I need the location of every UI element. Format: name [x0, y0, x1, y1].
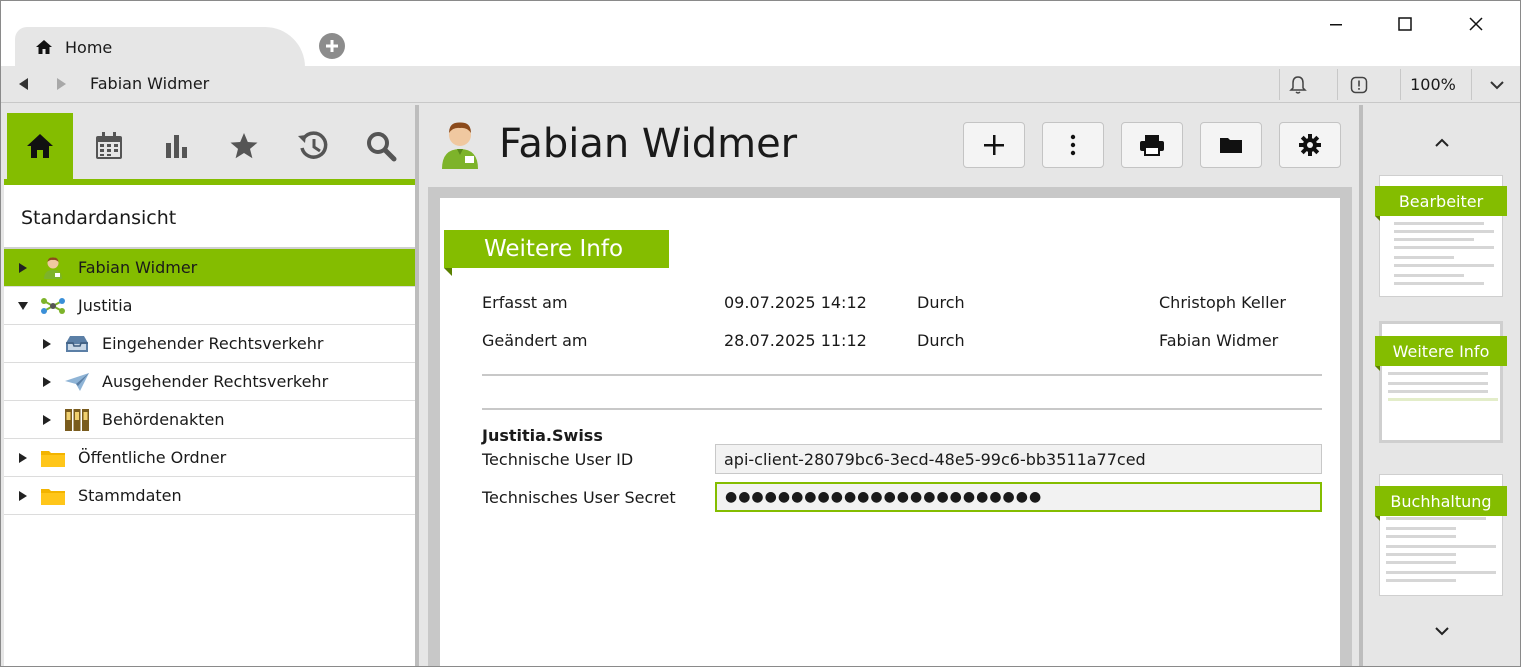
user-id-field[interactable]: api-client-28079bc6-3ecd-48e5-99c6-bb351… — [715, 444, 1322, 474]
modified-label: Geändert am — [482, 331, 588, 350]
modified-date: 28.07.2025 11:12 — [724, 331, 867, 350]
created-by-value: Christoph Keller — [1159, 293, 1286, 312]
person-avatar-icon — [439, 119, 481, 169]
tree-item-label: Behördenakten — [102, 410, 225, 429]
thumbnail-label[interactable]: Bearbeiter — [1375, 186, 1507, 216]
tree-item-label: Stammdaten — [78, 486, 182, 505]
bell-icon[interactable] — [1286, 71, 1310, 98]
created-date: 09.07.2025 14:12 — [724, 293, 867, 312]
tab-label: Home — [65, 37, 113, 57]
alert-icon[interactable] — [1347, 71, 1371, 98]
breadcrumb-title: Fabian Widmer — [90, 74, 210, 93]
search-icon[interactable] — [348, 113, 414, 179]
caret-right-icon[interactable] — [16, 489, 30, 503]
home-icon[interactable] — [7, 113, 73, 179]
star-icon[interactable] — [211, 113, 277, 179]
network-icon — [40, 294, 66, 318]
tree-item-label: Justitia — [78, 296, 133, 315]
modified-by-value: Fabian Widmer — [1159, 331, 1279, 350]
settings-button[interactable] — [1279, 122, 1341, 168]
separator — [1337, 69, 1338, 100]
folder-icon — [40, 446, 66, 470]
caret-right-icon[interactable] — [40, 375, 54, 389]
tree-item-ausgehender-rechtsverkehr[interactable]: Ausgehender Rechtsverkehr — [4, 363, 415, 401]
tree-item-oeffentliche-ordner[interactable]: Öffentliche Ordner — [4, 439, 415, 477]
group-title: Justitia.Swiss — [482, 426, 603, 445]
created-label: Erfasst am — [482, 293, 568, 312]
thumbnail-label[interactable]: Buchhaltung — [1375, 486, 1507, 516]
add-button[interactable] — [963, 122, 1025, 168]
caret-right-icon[interactable] — [40, 337, 54, 351]
title-bar: Home — [1, 1, 1520, 67]
banner-fold — [1375, 216, 1380, 221]
divider — [482, 408, 1322, 410]
caret-down-icon[interactable] — [16, 299, 30, 313]
person-icon — [40, 256, 66, 280]
chevron-up-icon[interactable] — [1429, 133, 1455, 153]
user-id-label: Technische User ID — [482, 450, 634, 469]
back-button[interactable] — [15, 76, 31, 92]
binders-icon — [64, 408, 90, 432]
history-icon[interactable] — [280, 113, 346, 179]
view-title: Standardansicht — [21, 207, 177, 229]
tree-item-behoerdenakten[interactable]: Behördenakten — [4, 401, 415, 439]
maximize-button[interactable] — [1388, 11, 1422, 37]
paper-plane-icon — [64, 370, 90, 394]
chevron-down-icon[interactable] — [1483, 71, 1511, 98]
caret-right-icon[interactable] — [16, 451, 30, 465]
zoom-level[interactable]: 100% — [1405, 71, 1461, 98]
created-by-label: Durch — [917, 293, 965, 312]
close-button[interactable] — [1459, 11, 1493, 37]
content-sheet: Weitere Info Erfasst am 09.07.2025 14:12… — [440, 198, 1340, 666]
add-tab-button[interactable] — [319, 33, 345, 59]
main-area: Fabian Widmer Weitere Info Erfasst am 09… — [419, 105, 1359, 666]
banner-fold — [444, 268, 452, 276]
user-secret-label: Technisches User Secret — [482, 488, 676, 507]
folder-icon — [40, 484, 66, 508]
inbox-icon — [64, 332, 90, 356]
tree-item-fabian-widmer[interactable]: Fabian Widmer — [4, 249, 415, 287]
thumbnail-label[interactable]: Weitere Info — [1375, 336, 1507, 366]
caret-right-icon[interactable] — [16, 261, 30, 275]
page-title: Fabian Widmer — [499, 121, 798, 167]
tree-item-label: Fabian Widmer — [78, 258, 198, 277]
sidebar-toolbar — [4, 105, 415, 185]
section-title: Weitere Info — [444, 230, 669, 268]
separator — [1471, 69, 1472, 100]
separator — [1400, 69, 1401, 100]
print-button[interactable] — [1121, 122, 1183, 168]
section-navigator: Bearbeiter Weitere Info Buchhaltung — [1363, 105, 1520, 666]
banner-fold — [1375, 366, 1380, 371]
folder-button[interactable] — [1200, 122, 1262, 168]
chart-icon[interactable] — [144, 113, 210, 179]
user-secret-field[interactable]: ●●●●●●●●●●●●●●●●●●●●●●●● — [715, 482, 1322, 512]
calendar-icon[interactable] — [76, 113, 142, 179]
tree-item-justitia[interactable]: Justitia — [4, 287, 415, 325]
tree-item-stammdaten[interactable]: Stammdaten — [4, 477, 415, 515]
minimize-button[interactable] — [1319, 11, 1353, 37]
modified-by-label: Durch — [917, 331, 965, 350]
divider — [482, 374, 1322, 376]
tree-item-label: Ausgehender Rechtsverkehr — [102, 372, 329, 391]
caret-right-icon[interactable] — [40, 413, 54, 427]
navigation-tree: Fabian Widmer Justitia Eingehender Recht… — [4, 247, 415, 515]
app-window: Home Fabian Widmer 100% Standardansicht … — [0, 0, 1521, 667]
content-frame: Weitere Info Erfasst am 09.07.2025 14:12… — [428, 187, 1352, 666]
tree-item-label: Eingehender Rechtsverkehr — [102, 334, 324, 353]
tab-home[interactable]: Home — [15, 27, 305, 67]
separator — [1279, 69, 1280, 100]
left-panel: Standardansicht Fabian Widmer Justitia E… — [4, 105, 415, 666]
forward-button[interactable] — [54, 76, 70, 92]
tree-item-label: Öffentliche Ordner — [78, 448, 227, 467]
navigation-bar: Fabian Widmer 100% — [1, 66, 1520, 103]
tree-item-eingehender-rechtsverkehr[interactable]: Eingehender Rechtsverkehr — [4, 325, 415, 363]
home-icon — [35, 38, 53, 56]
more-options-button[interactable] — [1042, 122, 1104, 168]
chevron-down-icon[interactable] — [1429, 621, 1455, 641]
banner-fold — [1375, 516, 1380, 521]
